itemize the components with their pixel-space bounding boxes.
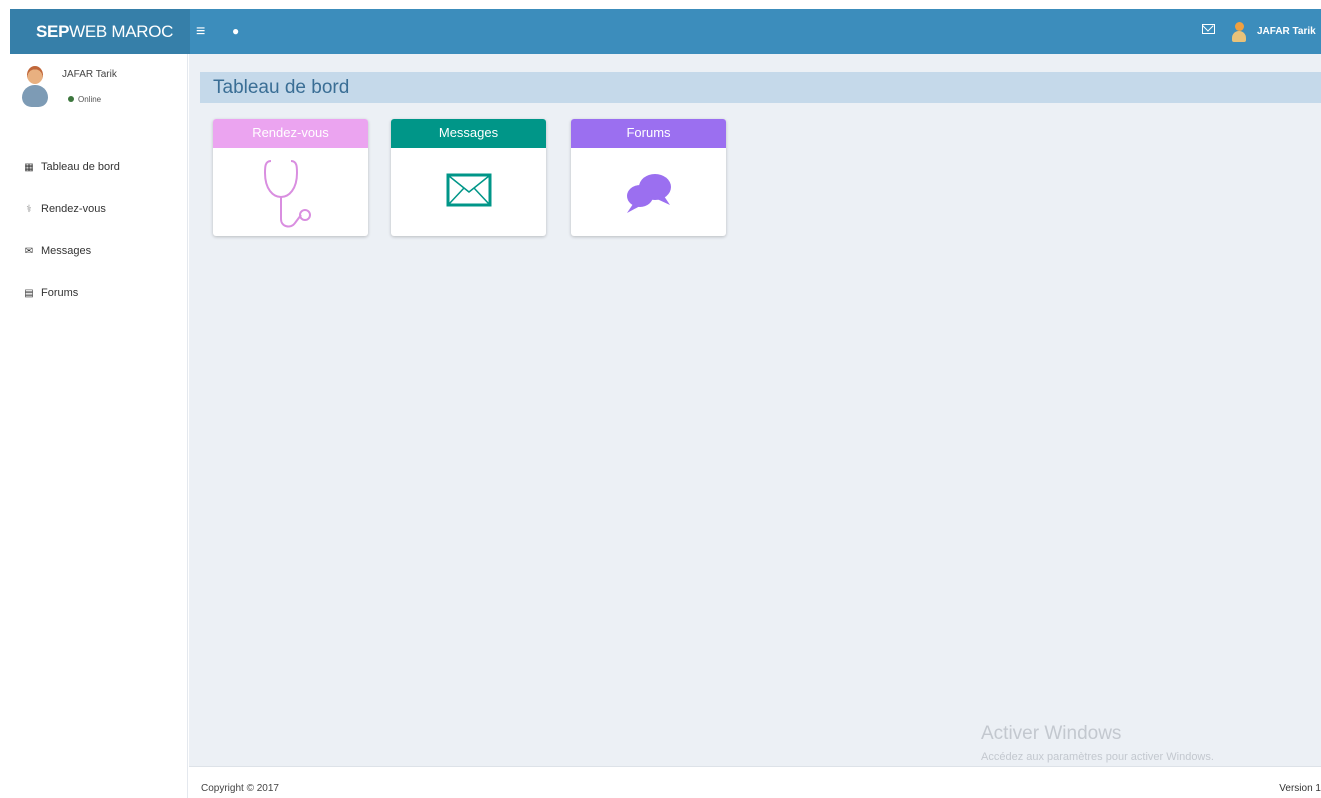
footer: Copyright © 2017 Version 1 [189,766,1321,798]
status-badge: Online [68,95,101,104]
sidebar-menu: ▦ Tableau de bord ⚕ Rendez-vous ✉ Messag… [10,146,188,314]
stethoscope-icon [263,160,311,228]
brand-logo[interactable]: SEPWEB MAROC [10,9,190,54]
sidebar-item-label: Rendez-vous [41,203,106,215]
user-avatar-small [1232,21,1246,42]
top-navbar: SEPWEB MAROC ≡ ● JAFAR Tarik [10,9,1321,54]
card-body [571,148,726,236]
sidebar-toggle-button[interactable]: ≡ [196,9,205,54]
page-header: Tableau de bord [200,72,1321,103]
avatar [22,66,48,108]
brand-rest: WEB MAROC [69,22,174,41]
sidebar-item-messages[interactable]: ✉ Messages [10,230,188,272]
envelope-icon [446,173,492,207]
card-header: Messages [391,119,546,148]
sidebar-item-label: Tableau de bord [41,161,120,173]
card-body [213,148,368,236]
user-menu-name: JAFAR Tarik [1257,26,1316,37]
card-forums[interactable]: Forums [571,119,726,236]
main-content: Tableau de bord Rendez-vous Messages For… [189,54,1321,766]
sidebar-item-rendez-vous[interactable]: ⚕ Rendez-vous [10,188,188,230]
envelope-icon[interactable] [1202,24,1215,34]
copyright-text: Copyright © 2017 [201,783,279,794]
sidebar-item-label: Messages [41,245,92,257]
comments-icon [627,174,671,213]
sidebar: JAFAR Tarik Online ▦ Tableau de bord ⚕ R… [10,54,188,798]
sidebar-item-forums[interactable]: ▤ Forums [10,272,188,314]
card-messages[interactable]: Messages [391,119,546,236]
page-title: Tableau de bord [213,77,350,98]
card-body [391,148,546,236]
stethoscope-icon: ⚕ [26,203,32,215]
user-menu-button[interactable]: JAFAR Tarik [1232,9,1316,54]
envelope-icon: ✉ [24,245,34,257]
card-rendez-vous[interactable]: Rendez-vous [213,119,368,236]
card-header: Forums [571,119,726,148]
circle-icon[interactable]: ● [232,9,239,54]
sidebar-user-name: JAFAR Tarik [62,69,117,80]
version-text: Version 1 [1279,783,1321,794]
sidebar-item-label: Forums [41,287,79,299]
comments-icon: ▤ [24,287,34,299]
card-header: Rendez-vous [213,119,368,148]
dashboard-icon: ▦ [24,161,34,173]
sidebar-item-tableau-de-bord[interactable]: ▦ Tableau de bord [10,146,188,188]
brand-bold: SEP [36,22,70,41]
